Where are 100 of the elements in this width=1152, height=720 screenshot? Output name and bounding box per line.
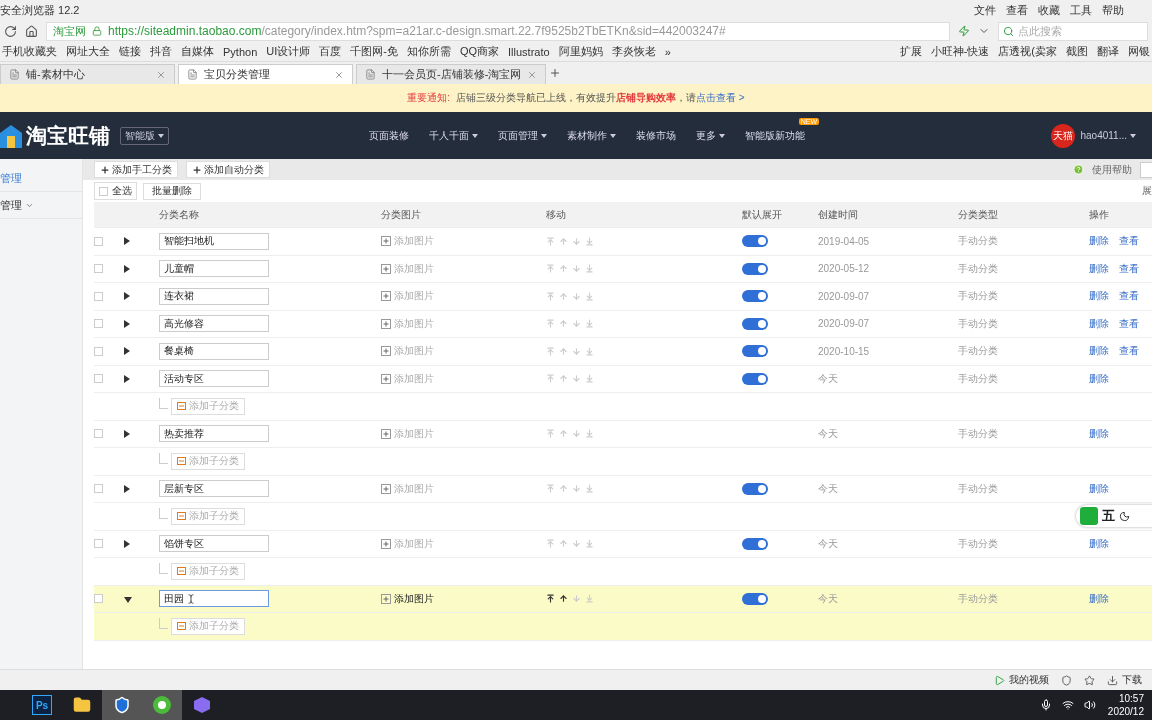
menu-item[interactable]: 工具 [1070, 2, 1092, 18]
table-cell-text: 手动分类 [958, 536, 999, 551]
table-cell-text: 手动分类 [958, 481, 999, 496]
name-field[interactable]: 高光修容 [159, 315, 269, 333]
menu-item[interactable]: 帮助 [1102, 2, 1124, 18]
ime-toolbar[interactable]: 五 [1076, 505, 1152, 527]
toolbar-text: 展 [1142, 184, 1152, 198]
column-header: 移动 [546, 207, 567, 222]
action-link[interactable]: 删除 [1089, 537, 1109, 549]
menu-item[interactable]: 收藏 [1038, 2, 1060, 18]
action-link[interactable]: 查看 [1119, 345, 1139, 357]
table-cell-text: 今天 [818, 371, 839, 386]
table-cell-text: 手动分类 [958, 344, 999, 359]
column-header: 操作 [1089, 207, 1110, 222]
bookmark[interactable]: 百度 [319, 44, 342, 59]
address-field[interactable]: 淘宝网 https://siteadmin.taobao.com/category/index.htm?spm=a21ar.c-design.smart.22.7f9525b2TbETKn&sid=442003247# [46, 21, 950, 41]
action-link[interactable]: 查看 [1119, 317, 1139, 329]
batch-delete-button[interactable]: 批量删除 [143, 182, 201, 200]
user-menu[interactable]: hao4011... [1080, 130, 1136, 141]
extension-button[interactable]: 店透视(卖家 [998, 44, 1057, 59]
action-link[interactable]: 删除 [1089, 592, 1109, 604]
bookmark[interactable]: 千图网-免 [350, 44, 398, 59]
avatar[interactable]: 天猫 [1051, 123, 1076, 148]
column-header: 默认展开 [742, 207, 783, 222]
menu-item[interactable]: 文件 [974, 2, 996, 18]
browser-tab[interactable]: 铺-素材中心 [0, 64, 175, 84]
bookmark[interactable]: 手机收藏夹 [2, 44, 57, 59]
taskbar-app[interactable]: Ps [32, 695, 52, 715]
window-title: 安全浏览器 12.2 [0, 2, 80, 18]
bookmark[interactable]: 链接 [119, 44, 141, 59]
bookmark[interactable]: 网址大全 [66, 44, 110, 59]
table-cell-text: 手动分类 [958, 426, 999, 441]
notice-text: 店铺三级分类导航已上线，有效提升店铺导购效率，请 [456, 91, 697, 105]
bookmark[interactable]: Python [223, 45, 258, 58]
browser-tab[interactable]: 宝贝分类管理 [178, 64, 353, 84]
action-link[interactable]: 查看 [1119, 235, 1139, 247]
extension-button[interactable]: 截图 [1066, 44, 1088, 59]
add-image-button[interactable]: 添加图片 [381, 591, 546, 606]
action-link[interactable]: 删除 [1089, 262, 1109, 274]
table-cell-text: 手动分类 [958, 261, 999, 276]
bookmark[interactable]: 阿里妈妈 [558, 44, 603, 59]
bookmark[interactable]: » [664, 45, 671, 58]
extension-button[interactable]: 翻译 [1097, 44, 1119, 59]
nav-item[interactable]: 页面管理 [498, 128, 547, 143]
bookmark[interactable]: UI设计师 [266, 44, 311, 59]
name-field[interactable]: 智能扫地机 [159, 232, 269, 250]
column-header: 分类图片 [381, 207, 422, 222]
sidebar-item[interactable]: 管理 [0, 165, 82, 192]
name-field[interactable]: 层新专区 [159, 480, 269, 498]
notice-link[interactable]: 点击查看 > [696, 91, 745, 105]
add-button[interactable]: 添加手工分类 [94, 161, 178, 178]
nav-item[interactable]: 智能版新功能 [745, 128, 805, 143]
edition-dropdown[interactable]: 智能版 [120, 126, 169, 145]
name-field[interactable]: 餐桌椅 [159, 342, 269, 360]
action-link[interactable]: 删除 [1089, 345, 1109, 357]
nav-item[interactable]: 装修市场 [636, 128, 676, 143]
nav-item[interactable]: 更多 [696, 128, 725, 143]
bookmark[interactable]: QQ商家 [459, 44, 500, 59]
name-field[interactable]: 热卖推荐 [159, 425, 269, 443]
action-link[interactable]: 删除 [1089, 427, 1109, 439]
sidebar-item[interactable]: 管理 [0, 192, 82, 219]
nav-item[interactable]: 千人千面 [429, 128, 478, 143]
table-cell-text: 手动分类 [958, 591, 999, 606]
table-cell-text: 2020-09-07 [818, 290, 871, 302]
download-link[interactable]: 下载 [1122, 673, 1142, 687]
action-link[interactable]: 删除 [1089, 482, 1109, 494]
name-field[interactable]: 活动专区 [159, 370, 269, 388]
table-cell-text: 手动分类 [958, 371, 999, 386]
menu-item[interactable]: 查看 [1006, 2, 1028, 18]
add-button[interactable]: 添加自动分类 [186, 161, 270, 178]
name-field[interactable]: 馅饼专区 [159, 535, 269, 553]
video-link[interactable]: 我的视频 [1009, 673, 1049, 687]
help-link[interactable]: 使用帮助 [1092, 162, 1132, 177]
table-cell-text: 今天 [818, 591, 839, 606]
name-field[interactable]: 儿童帽 [159, 260, 269, 278]
bookmark[interactable]: Illustrato [508, 45, 550, 58]
table-cell-text: 2020-05-12 [818, 263, 871, 275]
nav-item[interactable]: 页面装修 [369, 128, 409, 143]
bookmark[interactable]: 自媒体 [181, 44, 214, 59]
extension-button[interactable]: 小旺神-快速 [930, 44, 990, 59]
site-label: 淘宝网 [53, 23, 86, 39]
url-text: /category/index.htm?spm=a21ar.c-design.smart.22.7f9525b2TbETKn&sid=442003247# [261, 24, 726, 38]
bookmark[interactable]: 抖音 [150, 44, 172, 59]
url-text: https://siteadmin.taobao.com [108, 24, 262, 38]
nav-item[interactable]: 素材制作 [567, 128, 616, 143]
clock[interactable]: 10:57 2020/12 [1107, 692, 1144, 718]
bookmark[interactable]: 知你所需 [406, 44, 451, 59]
extension-button[interactable]: 网银 [1128, 44, 1150, 59]
action-link[interactable]: 删除 [1089, 372, 1109, 384]
action-link[interactable]: 删除 [1089, 235, 1109, 247]
bookmark[interactable]: 李炎恢老 [611, 44, 656, 59]
action-link[interactable]: 查看 [1119, 262, 1139, 274]
name-field[interactable]: 田园 [159, 590, 269, 608]
select-all-checkbox[interactable]: 全选 [94, 182, 137, 200]
action-link[interactable]: 删除 [1089, 317, 1109, 329]
extension-button[interactable]: 扩展 [899, 44, 922, 59]
action-link[interactable]: 删除 [1089, 290, 1109, 302]
browser-tab[interactable]: 十一会员页-店铺装修-淘宝网 [356, 64, 547, 84]
name-field[interactable]: 连衣裙 [159, 287, 269, 305]
action-link[interactable]: 查看 [1119, 290, 1139, 302]
